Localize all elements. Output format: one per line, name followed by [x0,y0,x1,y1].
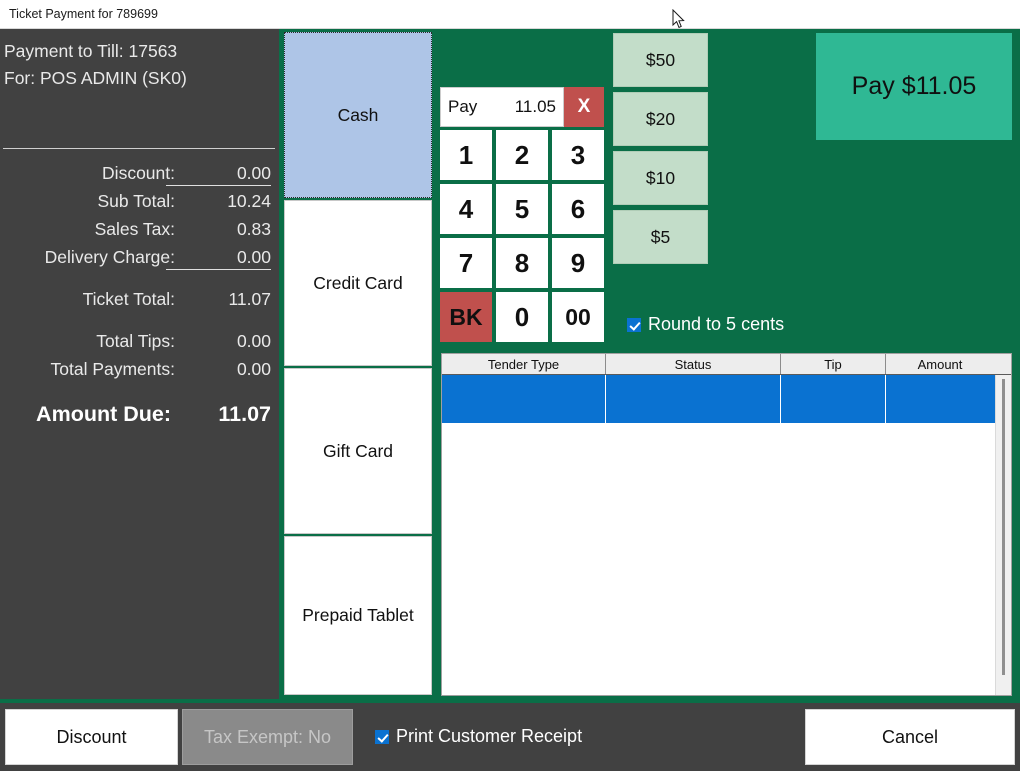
keypad-key-9[interactable]: 9 [552,238,604,288]
totals-row-amount-due: Amount Due: 11.07 [0,397,279,431]
payment-method-list: Cash Credit Card Gift Card Prepaid Table… [283,31,433,695]
quick-cash-50[interactable]: $50 [613,33,708,87]
keypad-key-5[interactable]: 5 [496,184,548,234]
pay-amount-input[interactable]: Pay 11.05 [440,87,564,127]
column-header-status[interactable]: Status [606,354,781,374]
keypad-key-4[interactable]: 4 [440,184,492,234]
totals-value: 0.00 [236,330,271,351]
quick-cash-5[interactable]: $5 [613,210,708,264]
payment-method-label: Cash [337,104,379,125]
cancel-button-label: Cancel [881,726,939,747]
totals-row-discount: Discount: 0.00 [0,159,279,187]
summary-divider [3,148,275,149]
quick-cash-list: $50 $20 $10 $5 [613,33,708,269]
payment-method-gift-card[interactable]: Gift Card [284,368,432,534]
totals-row-subtotal: Sub Total: 10.24 [0,187,279,215]
pay-button-label: Pay $11.05 [851,72,977,100]
payment-method-label: Gift Card [322,440,394,461]
totals-value: 0.00 [236,246,271,267]
quick-cash-20[interactable]: $20 [613,92,708,146]
keypad-grid: 1 2 3 4 5 6 7 8 9 BK 0 00 [440,130,604,342]
keypad-key-3[interactable]: 3 [552,130,604,180]
totals-value: 0.83 [236,218,271,239]
table-row[interactable] [442,375,1011,423]
column-header-tender-type[interactable]: Tender Type [442,354,606,374]
clear-amount-button[interactable]: X [564,87,604,127]
keypad-key-6[interactable]: 6 [552,184,604,234]
payment-method-label: Prepaid Tablet [302,605,414,625]
totals-value: 0.00 [236,162,271,183]
tax-exempt-button-label: Tax Exempt: No [203,726,332,747]
cell-tip [781,375,886,423]
round-to-5-cents-checkbox[interactable] [627,317,641,332]
keypad-key-1[interactable]: 1 [440,130,492,180]
pay-input-label: Pay [448,97,478,116]
pay-amount-row: Pay 11.05 X [440,87,604,127]
amount-due-value: 11.07 [218,401,271,426]
close-icon: X [577,96,591,117]
round-to-5-cents-label: Round to 5 cents [648,314,785,334]
pay-input-value: 11.05 [514,97,556,116]
keypad-key-7[interactable]: 7 [440,238,492,288]
till-line: Payment to Till: 17563 [4,41,178,61]
totals-label: Total Payments: [50,358,176,379]
discount-button[interactable]: Discount [5,709,178,765]
quick-cash-10[interactable]: $10 [613,151,708,205]
totals-label: Discount: [102,162,175,183]
pay-button[interactable]: Pay $11.05 [816,33,1012,140]
keypad-key-00[interactable]: 00 [552,292,604,342]
column-header-tip[interactable]: Tip [781,354,886,374]
scrollbar-thumb[interactable] [1002,379,1005,675]
print-customer-receipt-label: Print Customer Receipt [396,726,583,746]
window-titlebar: Ticket Payment for 789699 [0,0,1020,29]
tender-table-header: Tender Type Status Tip Amount [442,354,1011,375]
numeric-keypad: Pay 11.05 X 1 2 3 4 5 6 7 8 9 BK 0 00 [440,87,604,342]
totals-row-total-tips: Total Tips: 0.00 [0,327,279,355]
cancel-button[interactable]: Cancel [805,709,1015,765]
totals-row-ticket-total: Ticket Total: 11.07 [0,285,279,313]
tax-exempt-button: Tax Exempt: No [182,709,353,765]
keypad-key-8[interactable]: 8 [496,238,548,288]
totals-label: Delivery Charge: [44,246,175,267]
print-customer-receipt-checkbox[interactable] [375,729,389,744]
totals-list: Discount: 0.00 Sub Total: 10.24 Sales Ta… [0,159,279,431]
payment-method-cash[interactable]: Cash [283,31,433,199]
totals-row-total-payments: Total Payments: 0.00 [0,355,279,383]
payment-method-credit-card[interactable]: Credit Card [284,200,432,366]
window-title: Ticket Payment for 789699 [9,7,158,21]
cell-tender-type [442,375,606,423]
tender-table-scrollbar[interactable] [995,375,1011,695]
tender-table: Tender Type Status Tip Amount [441,353,1012,696]
column-header-amount[interactable]: Amount [886,354,994,374]
cell-status [606,375,781,423]
discount-button-label: Discount [56,726,127,747]
totals-label: Sub Total: [97,190,175,211]
summary-header: Payment to Till: 17563 For: POS ADMIN (S… [4,38,276,92]
print-customer-receipt-row[interactable]: Print Customer Receipt [375,726,582,747]
operator-line: For: POS ADMIN (SK0) [4,68,187,88]
totals-label: Sales Tax: [94,218,175,239]
totals-label: Ticket Total: [82,288,175,309]
amount-due-label: Amount Due: [36,401,171,426]
round-to-5-cents-row[interactable]: Round to 5 cents [627,314,784,335]
totals-row-sales-tax: Sales Tax: 0.83 [0,215,279,243]
keypad-key-0[interactable]: 0 [496,292,548,342]
totals-value: 10.24 [227,190,271,211]
cell-amount [886,375,994,423]
totals-label: Total Tips: [96,330,175,351]
payment-method-prepaid-tablet[interactable]: Prepaid Tablet [284,536,432,695]
ticket-payment-window: Ticket Payment for 789699 Payment to Til… [0,0,1020,771]
totals-value: 11.07 [228,288,272,309]
ticket-summary-panel: Payment to Till: 17563 For: POS ADMIN (S… [0,29,279,699]
keypad-key-2[interactable]: 2 [496,130,548,180]
totals-value: 0.00 [236,358,271,379]
payment-method-label: Credit Card [313,272,403,293]
totals-row-delivery-charge: Delivery Charge: 0.00 [0,243,279,271]
keypad-backspace-button[interactable]: BK [440,292,492,342]
